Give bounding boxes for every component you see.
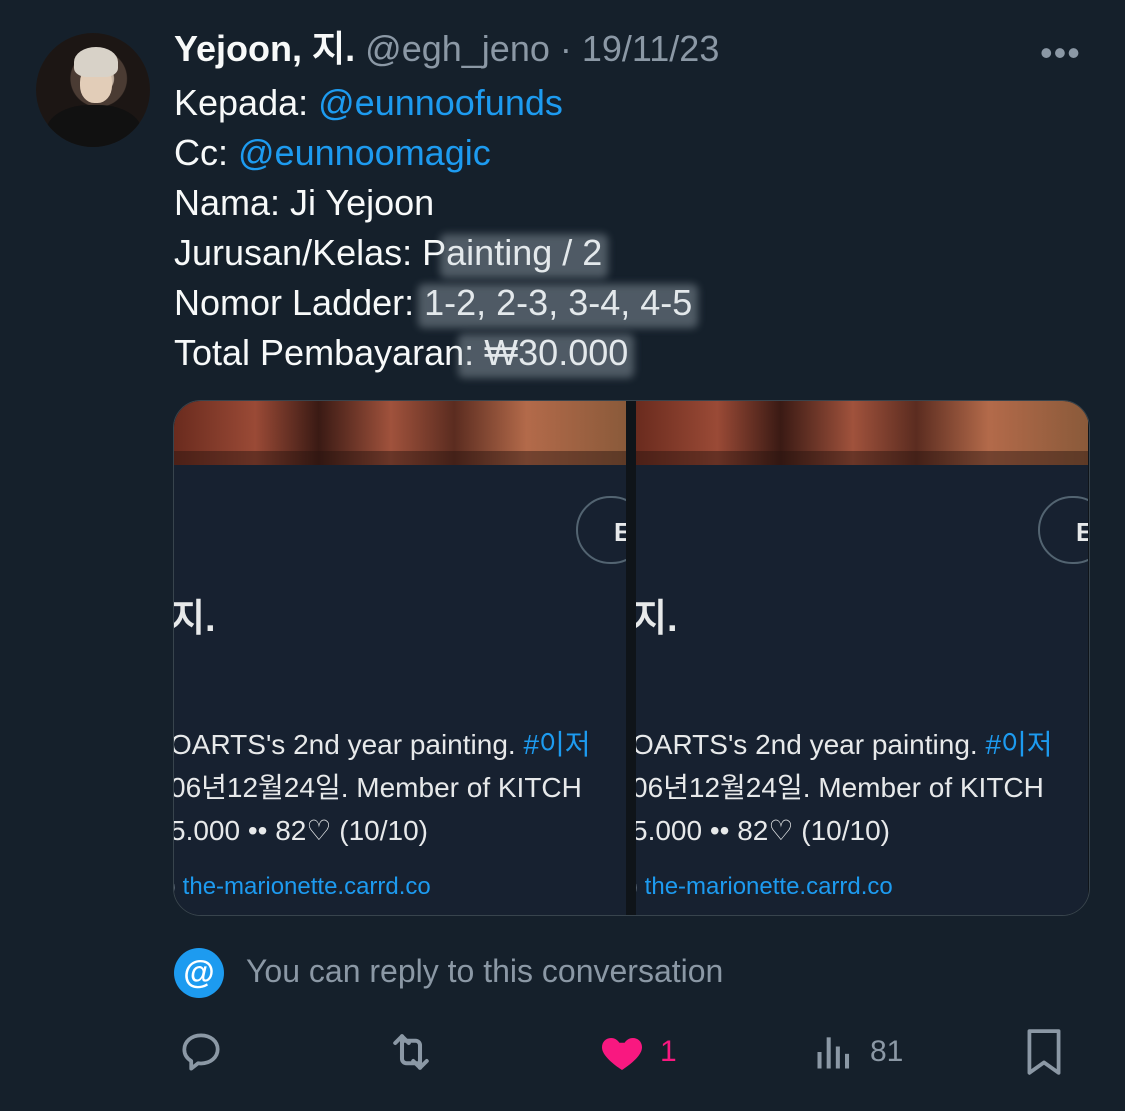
profile-name: 지.	[636, 598, 678, 640]
avatar-hair	[74, 47, 118, 77]
major-prefix: Jurusan/Kelas: P	[174, 232, 447, 273]
to-label: Kepada:	[174, 82, 319, 123]
bio-line-1: OARTS's 2nd year painting.	[636, 729, 986, 760]
link-icon: )	[636, 873, 638, 900]
handle[interactable]: @egh_jeno	[365, 28, 550, 69]
profile-banner	[636, 401, 1088, 465]
like-count: 1	[660, 1035, 677, 1068]
media-image-right[interactable]: E 지. OARTS's 2nd year painting. #이저 06년1…	[636, 401, 1088, 915]
cc-mention[interactable]: @eunnoomagic	[238, 132, 491, 173]
cc-label: Cc:	[174, 132, 239, 173]
profile-link-text: the-marionette.carrd.co	[644, 873, 893, 900]
profile-banner	[174, 401, 626, 465]
bio-line-1: OARTS's 2nd year painting.	[174, 729, 524, 760]
profile-link-text: the-marionette.carrd.co	[182, 873, 431, 900]
views-icon	[817, 1037, 850, 1069]
tweet-date[interactable]: 19/11/23	[582, 28, 719, 69]
at-icon: @	[174, 948, 224, 998]
tweet-text: Kepada: @eunnoofunds Cc: @eunnoomagic Na…	[174, 78, 692, 378]
name-line: Nama: Ji Yejoon	[174, 182, 435, 223]
ladder-line: Nomor Ladder: 1-2, 2-3, 3-4, 4-5	[174, 278, 692, 328]
bio-hashtag: #이저	[523, 729, 591, 760]
bookmark-button[interactable]	[1022, 1022, 1066, 1082]
cc-line: Cc: @eunnoomagic	[174, 128, 692, 178]
total-label: Total Pembayaran	[174, 332, 465, 373]
profile-link: ) the-marionette.carrd.co	[174, 873, 431, 901]
media-image-left[interactable]: E 지. OARTS's 2nd year painting. #이저 06년1…	[174, 401, 626, 915]
retweet-button[interactable]	[384, 1022, 438, 1082]
retweet-icon	[393, 1034, 429, 1070]
profile-bio: OARTS's 2nd year painting. #이저 06년12월24일…	[636, 723, 1053, 852]
meta-separator: ·	[549, 28, 582, 69]
bio-line-2: 06년12월24일. Member of KITCH	[174, 772, 582, 803]
reply-notice-text: You can reply to this conversation	[246, 953, 724, 989]
bio-line-3: 5.000 •• 82♡ (10/10)	[636, 815, 890, 846]
bio-hashtag: #이저	[985, 729, 1053, 760]
ladder-value: 1-2, 2-3, 3-4, 4-5	[424, 278, 692, 328]
to-mention[interactable]: @eunnoofunds	[318, 82, 563, 123]
tweet-header: Yejoon, 지. @egh_jeno · 19/11/23	[174, 27, 719, 71]
follow-button: E	[576, 496, 626, 564]
bio-line-2: 06년12월24일. Member of KITCH	[636, 772, 1044, 803]
view-count: 81	[870, 1035, 904, 1068]
follow-button: E	[1038, 496, 1088, 564]
link-icon: )	[174, 873, 176, 900]
total-line: Total Pembayaran : ₩30.000	[174, 328, 692, 378]
to-line: Kepada: @eunnoofunds	[174, 78, 692, 128]
bookmark-icon	[1027, 1029, 1061, 1075]
ladder-label: Nomor Ladder:	[174, 282, 425, 323]
more-dots-icon[interactable]: •••	[1040, 32, 1081, 74]
total-blurred: : ₩30.000	[464, 328, 628, 378]
bio-line-3: 5.000 •• 82♡ (10/10)	[174, 815, 428, 846]
profile-link: ) the-marionette.carrd.co	[636, 873, 893, 901]
profile-name: 지.	[174, 598, 216, 640]
action-bar: 1 81	[0, 1022, 1125, 1082]
major-blurred: ainting / 2	[446, 228, 602, 278]
major-line: Jurusan/Kelas: Painting / 2	[174, 228, 692, 278]
reply-icon	[182, 1033, 220, 1071]
like-button[interactable]: 1	[598, 1022, 677, 1082]
avatar-body	[46, 105, 142, 147]
reply-button[interactable]	[176, 1022, 226, 1082]
heart-icon	[601, 1038, 643, 1070]
display-name[interactable]: Yejoon, 지.	[174, 28, 355, 69]
views-button[interactable]: 81	[812, 1022, 903, 1082]
media-grid: E 지. OARTS's 2nd year painting. #이저 06년1…	[173, 400, 1090, 916]
profile-bio: OARTS's 2nd year painting. #이저 06년12월24일…	[174, 723, 591, 852]
avatar[interactable]	[36, 33, 150, 147]
